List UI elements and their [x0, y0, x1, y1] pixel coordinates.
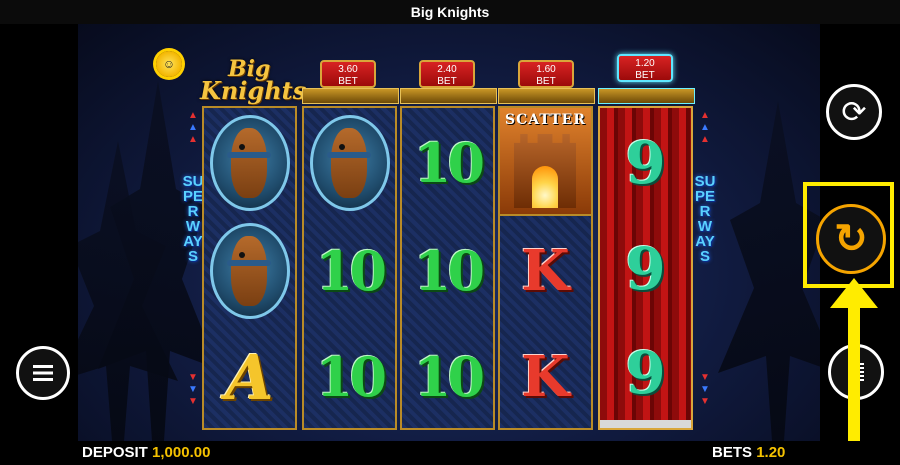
bet-label: BET: [437, 76, 457, 87]
superways-banner-right: ▲ ▲ ▲ SUPERWAYS ▼ ▼ ▼: [694, 110, 716, 418]
reel-4: SCATTER K K: [498, 106, 593, 430]
symbol-k: K: [500, 324, 591, 430]
autoplay-button[interactable]: ⟳: [826, 84, 882, 140]
bet-value: 1.60: [536, 64, 556, 75]
chevron-down-icon: ▼: [188, 372, 198, 383]
superways-text: SUPERWAYS: [694, 173, 716, 265]
chevron-down-icon: ▼: [700, 384, 710, 395]
symbol-ten: 10: [402, 110, 493, 216]
spin-highlight-box: [803, 182, 894, 288]
symbol-ten: 10: [402, 218, 493, 324]
reel-2: 10 10: [302, 106, 397, 430]
symbol-nine-glyph: 9: [625, 235, 666, 303]
symbol-k-glyph: K: [521, 238, 570, 304]
reel-3: 10 10 10: [400, 106, 495, 430]
chevron-up-icon: ▲: [188, 134, 198, 145]
scatter-label: SCATTER: [505, 112, 586, 128]
symbol-nine: 9: [600, 110, 691, 216]
sun-mascot-icon: ☺: [156, 51, 182, 77]
hamburger-menu-icon: [33, 365, 53, 381]
symbol-a: A: [204, 324, 295, 430]
deposit-display: DEPOSIT 1,000.00: [82, 441, 210, 465]
chevron-up-icon: ▲: [188, 122, 198, 133]
game-logo: Big Knights: [200, 58, 307, 106]
symbol-ten-glyph: 10: [315, 239, 387, 303]
chevron-down-icon: ▼: [188, 396, 198, 407]
symbol-nine: 9: [600, 216, 691, 322]
reel-header: [302, 88, 399, 104]
chevron-down-icon: ▼: [188, 384, 198, 395]
reel-grid: A 10 10 10 10 10 SCATTER K K 9 9 9: [202, 106, 697, 430]
bets-label: BETS: [712, 444, 753, 461]
status-bar: DEPOSIT 1,000.00 BETS 1.20: [0, 441, 900, 465]
symbol-k-glyph: K: [521, 344, 570, 410]
logo-line-2: Knights: [200, 76, 307, 105]
symbol-nine: 9: [600, 320, 691, 426]
castle-gate-icon: [532, 166, 558, 208]
menu-button[interactable]: [16, 346, 70, 400]
bet-value: 2.40: [437, 64, 457, 75]
symbol-ten-glyph: 10: [413, 131, 485, 195]
bet-label: BET: [536, 76, 556, 87]
game-stage: ☺ Big Knights 3.60 BET 2.40 BET 1.60 BET…: [0, 24, 900, 441]
deposit-label: DEPOSIT: [82, 444, 148, 461]
refresh-icon: ⟳: [841, 95, 867, 129]
symbol-ten-glyph: 10: [413, 239, 485, 303]
bet-option-1-60[interactable]: 1.60 BET: [518, 60, 574, 88]
bet-value: 3.60: [338, 64, 358, 75]
reel-5: 9 9 9: [598, 106, 693, 430]
bet-option-1-20-selected[interactable]: 1.20 BET: [617, 54, 673, 82]
chevron-up-icon: ▲: [700, 110, 710, 121]
chevron-up-icon: ▲: [700, 134, 710, 145]
symbol-horse: [204, 110, 295, 216]
window-title: Big Knights: [0, 0, 900, 24]
bet-label: BET: [635, 70, 655, 81]
symbol-horse: [304, 110, 395, 216]
bet-option-2-40[interactable]: 2.40 BET: [419, 60, 475, 88]
deposit-value: 1,000.00: [152, 444, 211, 461]
reel-header: [598, 88, 695, 104]
superways-banner-left: ▲ ▲ ▲ SUPERWAYS ▼ ▼ ▼: [182, 110, 204, 418]
symbol-horse: [204, 218, 295, 324]
symbol-ten-glyph: 10: [413, 345, 485, 409]
reel-header: [400, 88, 497, 104]
symbol-ten-glyph: 10: [315, 345, 387, 409]
symbol-ten: 10: [304, 218, 395, 324]
bets-display: BETS 1.20: [712, 441, 785, 465]
pointer-arrow-up-icon: [830, 278, 878, 308]
reel-header: [498, 88, 595, 104]
horse-icon: [209, 115, 290, 211]
symbol-nine-glyph: 9: [625, 339, 666, 407]
reel-1: A: [202, 106, 297, 430]
horse-icon: [209, 223, 290, 319]
bet-label: BET: [338, 76, 358, 87]
bet-value: 1.20: [635, 58, 655, 69]
horse-icon: [309, 115, 390, 211]
symbol-nine-glyph: 9: [625, 129, 666, 197]
bets-value: 1.20: [756, 444, 786, 461]
symbol-ten: 10: [402, 324, 493, 430]
bet-option-3-60[interactable]: 3.60 BET: [320, 60, 376, 88]
symbol-scatter: SCATTER: [500, 108, 591, 216]
chevron-up-icon: ▲: [700, 122, 710, 133]
symbol-k: K: [500, 218, 591, 324]
superways-text: SUPERWAYS: [182, 173, 204, 265]
symbol-a-glyph: A: [225, 340, 274, 414]
chevron-down-icon: ▼: [700, 372, 710, 383]
chevron-up-icon: ▲: [188, 110, 198, 121]
symbol-ten: 10: [304, 324, 395, 430]
chevron-down-icon: ▼: [700, 396, 710, 407]
